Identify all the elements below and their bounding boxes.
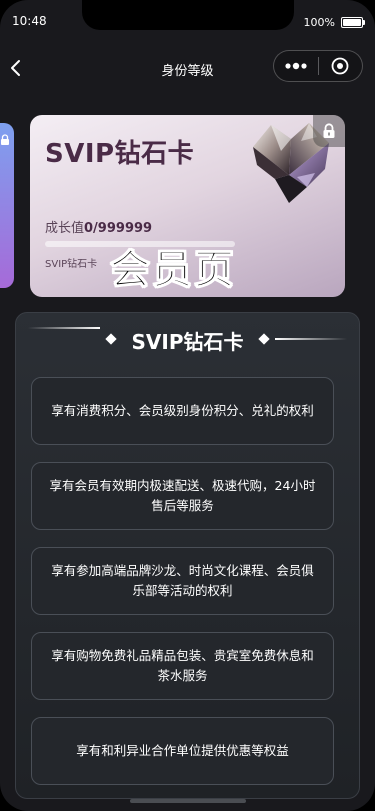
notch (82, 0, 294, 30)
card-title: SVIP钻石卡 (45, 139, 195, 169)
benefit-item: 享有参加高端品牌沙龙、时尚文化课程、会员俱乐部等活动的权利 (31, 547, 334, 615)
header-line-right (275, 338, 347, 340)
phone-screen: 10:48 100% 身份等级 SVIP钻石卡 成长值0/999999 SVIP… (0, 0, 375, 811)
benefits-title: SVIP钻石卡 (131, 329, 244, 354)
lock-badge (313, 115, 345, 147)
battery-icon (341, 17, 365, 28)
benefit-item: 享有会员有效期内极速配送、极速代购，24小时售后等服务 (31, 462, 334, 530)
growth-value-label: 成长值0/999999 (45, 221, 153, 236)
mini-program-capsule (273, 50, 363, 82)
benefit-item: 享有购物免费礼品精品包装、贵宾室免费休息和茶水服务 (31, 632, 334, 700)
lock-icon (0, 131, 10, 150)
status-bar: 10:48 100% (0, 0, 375, 44)
watermark-label: 会员页 (110, 247, 236, 293)
lock-icon (323, 123, 335, 138)
previous-level-card[interactable] (0, 123, 14, 288)
nav-bar: 身份等级 (0, 44, 375, 92)
benefits-header: SVIP钻石卡 (16, 325, 359, 355)
benefit-item: 享有和利异业合作单位提供优惠等权益 (31, 717, 334, 785)
benefits-panel: SVIP钻石卡 享有消费积分、会员级别身份积分、兑礼的权利 享有会员有效期内极速… (15, 312, 360, 799)
growth-value: 0/999999 (84, 221, 153, 236)
status-right: 100% (303, 16, 365, 29)
benefit-item: 享有消费积分、会员级别身份积分、兑礼的权利 (31, 377, 334, 445)
home-indicator (130, 799, 246, 803)
card-level-name: SVIP钻石卡 (45, 259, 98, 270)
more-dots-icon (285, 62, 307, 70)
close-miniprogram-button[interactable] (319, 51, 363, 81)
target-circle-icon (331, 57, 349, 75)
status-time: 10:48 (12, 14, 47, 28)
battery-percent: 100% (303, 16, 335, 29)
more-button[interactable] (274, 51, 318, 81)
